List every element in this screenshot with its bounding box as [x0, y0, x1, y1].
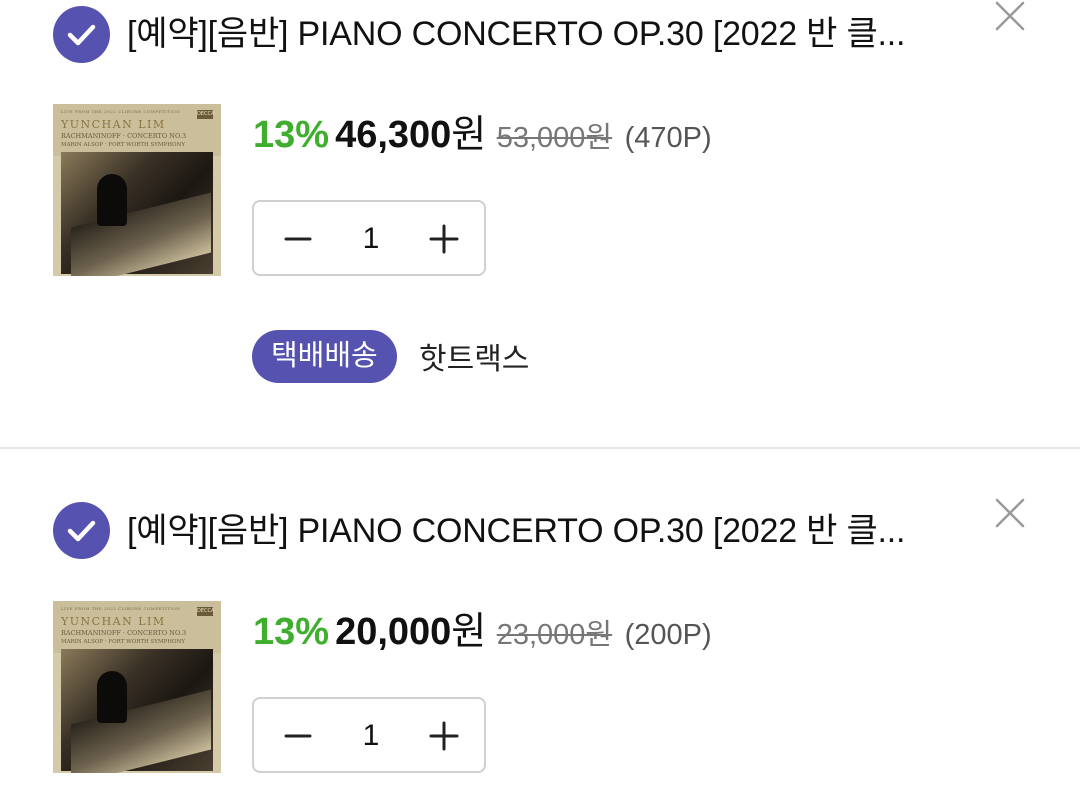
cover-work: RACHMANINOFF · CONCERTO NO.3 — [61, 629, 187, 637]
original-price: 23,000원 — [496, 619, 613, 651]
check-circle-icon[interactable] — [53, 502, 110, 559]
cover-performers: MARIN ALSOP · FORT WORTH SYMPHONY — [61, 142, 186, 148]
minus-icon[interactable] — [280, 718, 316, 754]
reward-points: (200P) — [624, 619, 712, 651]
plus-icon[interactable] — [426, 718, 462, 754]
original-price: 53,000원 — [496, 122, 613, 154]
quantity-value[interactable]: 1 — [334, 222, 408, 256]
discount-rate: 13% — [253, 611, 330, 653]
reward-points: (470P) — [624, 122, 712, 154]
price-row: 13% 20,000원 23,000원 (200P) — [253, 609, 712, 663]
sale-price: 20,000 — [335, 611, 452, 653]
cover-caption: LIVE FROM THE 2022 CLIBURN COMPETITION — [61, 109, 181, 114]
plus-icon[interactable] — [426, 221, 462, 257]
sale-price: 46,300 — [335, 114, 452, 156]
check-circle-icon[interactable] — [53, 6, 110, 63]
piano-shape — [71, 689, 211, 773]
close-icon[interactable] — [994, 497, 1026, 529]
currency-unit: 원 — [451, 611, 487, 653]
cart-item: [예약][음반] PIANO CONCERTO OP.30 [2022 반 클.… — [0, 449, 1080, 794]
discount-rate: 13% — [253, 114, 330, 156]
quantity-value[interactable]: 1 — [334, 719, 408, 753]
quantity-stepper: 1 — [252, 697, 486, 773]
cover-artist: YUNCHAN LIM — [61, 118, 166, 131]
cover-photo — [61, 649, 213, 773]
album-cover[interactable]: LIVE FROM THE 2022 CLIBURN COMPETITION D… — [53, 601, 221, 773]
cover-work: RACHMANINOFF · CONCERTO NO.3 — [61, 132, 187, 140]
delivery-badge: 택배배송 — [252, 330, 397, 383]
pianist-shape — [97, 174, 127, 226]
courier-name: 핫트랙스 — [419, 343, 530, 376]
cover-caption: LIVE FROM THE 2022 CLIBURN COMPETITION — [61, 606, 181, 611]
close-icon[interactable] — [994, 0, 1026, 32]
cover-artist: YUNCHAN LIM — [61, 615, 166, 628]
quantity-stepper: 1 — [252, 200, 486, 276]
currency-unit: 원 — [451, 114, 487, 156]
piano-shape — [71, 192, 211, 276]
cover-performers: MARIN ALSOP · FORT WORTH SYMPHONY — [61, 639, 186, 645]
minus-icon[interactable] — [280, 221, 316, 257]
price-row: 13% 46,300원 53,000원 (470P) — [253, 112, 712, 166]
product-title[interactable]: [예약][음반] PIANO CONCERTO OP.30 [2022 반 클.… — [127, 14, 927, 54]
cover-photo — [61, 152, 213, 276]
pianist-shape — [97, 671, 127, 723]
cart-item: [예약][음반] PIANO CONCERTO OP.30 [2022 반 클.… — [0, 0, 1080, 447]
product-title[interactable]: [예약][음반] PIANO CONCERTO OP.30 [2022 반 클.… — [127, 511, 927, 551]
album-cover[interactable]: LIVE FROM THE 2022 CLIBURN COMPETITION D… — [53, 104, 221, 276]
